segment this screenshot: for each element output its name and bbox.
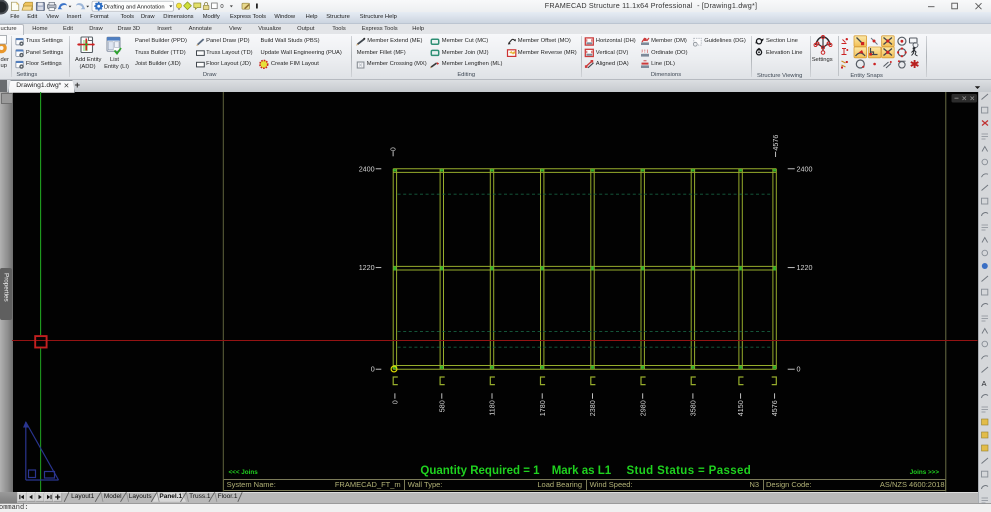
svg-text:4576: 4576	[771, 135, 780, 151]
svg-text:4150: 4150	[736, 400, 745, 416]
svg-text:Drafting and Annotation: Drafting and Annotation	[104, 4, 165, 10]
svg-text:1220: 1220	[359, 263, 375, 272]
svg-text:4576: 4576	[770, 400, 779, 416]
svg-text:1780: 1780	[538, 400, 547, 416]
svg-text:3580: 3580	[689, 400, 698, 416]
svg-text:1180: 1180	[488, 400, 497, 415]
svg-text:2980: 2980	[638, 400, 647, 416]
svg-text:580: 580	[437, 400, 446, 412]
svg-text:0: 0	[389, 147, 398, 151]
svg-text:2380: 2380	[588, 400, 597, 416]
svg-text:0: 0	[391, 400, 400, 404]
svg-text:1220: 1220	[797, 263, 813, 272]
svg-text:2400: 2400	[359, 164, 375, 173]
svg-text:0: 0	[797, 365, 801, 374]
svg-text:2400: 2400	[797, 164, 813, 173]
svg-text:0: 0	[371, 365, 375, 374]
svg-text:A: A	[982, 379, 987, 388]
svg-text:0: 0	[220, 4, 223, 10]
